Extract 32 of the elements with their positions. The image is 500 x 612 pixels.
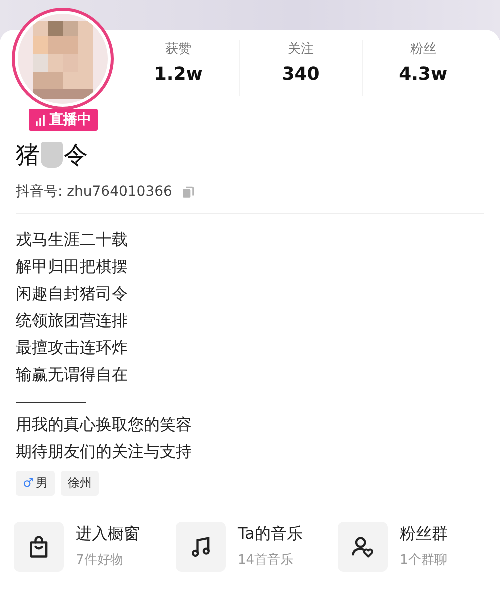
bio-line: 最擅攻击连环炸	[16, 337, 129, 359]
signal-bars-icon	[34, 114, 46, 126]
profile-tag: 徐州	[60, 471, 99, 496]
entry-title[interactable]: 粉丝群	[400, 524, 448, 545]
entry-title[interactable]: 进入橱窗	[76, 524, 140, 545]
stat-label: 获赞	[164, 41, 193, 58]
icon-tile[interactable]	[176, 522, 226, 572]
stat-value[interactable]: 340	[240, 64, 362, 85]
tag-label: 男	[36, 476, 48, 490]
entry-subtitle: 14首音乐	[238, 552, 295, 569]
account-id: 抖音号: zhu764010366	[16, 183, 172, 201]
stat-label: 关注	[286, 41, 315, 58]
bio-line: 戎马生涯二十载	[16, 229, 129, 251]
live-badge[interactable]: 直播中	[28, 109, 98, 131]
profile-name: 令	[64, 140, 88, 171]
entry-subtitle: 1个群聊	[400, 552, 448, 569]
bio-line: 期待朋友们的关注与支持	[16, 441, 193, 463]
bio-line: 统领旅团营连排	[16, 310, 129, 332]
bio-line: 解甲归田把棋摆	[16, 256, 129, 278]
bio-line: 闲趣自封猪司令	[16, 283, 129, 305]
entry-title[interactable]: Ta的音乐	[238, 524, 303, 545]
stat-label: 粉丝	[409, 41, 438, 58]
icon-tile[interactable]	[14, 522, 64, 572]
profile-name: 猪	[16, 140, 40, 171]
stat-value[interactable]: 1.2w	[118, 64, 240, 85]
stat-value[interactable]: 4.3w	[362, 64, 484, 85]
blurred-character	[41, 142, 63, 168]
bio-line: 输赢无谓得自在	[16, 364, 129, 386]
bio-line: 用我的真心换取您的笑容	[16, 414, 193, 436]
gender-icon: ♂	[23, 476, 34, 490]
entry-subtitle: 7件好物	[76, 552, 124, 569]
icon-tile[interactable]	[338, 522, 388, 572]
